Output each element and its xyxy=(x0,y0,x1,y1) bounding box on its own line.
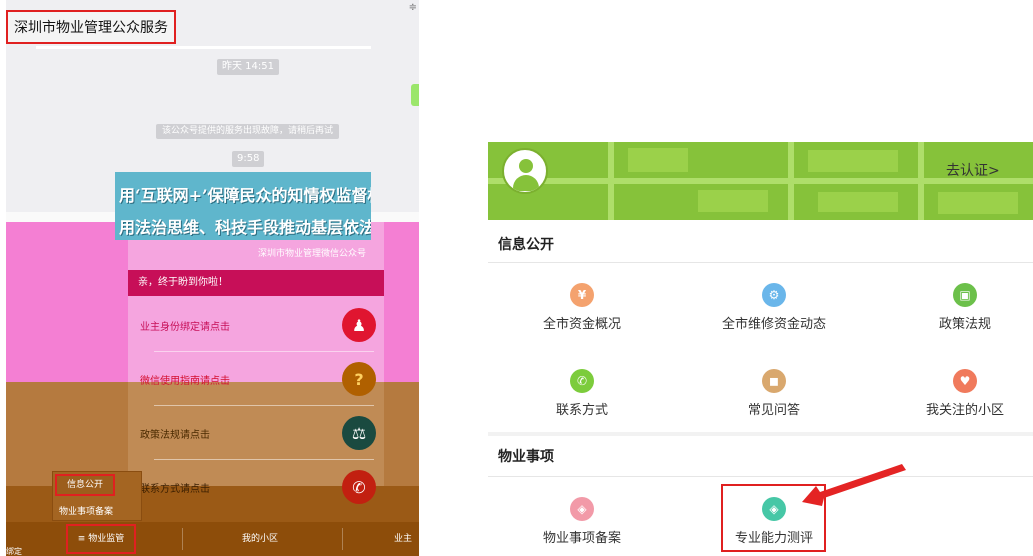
banner-line-1: 用‘互联网+’保障民众的知情权监督权 xyxy=(119,186,371,205)
item-label: 常见问答 xyxy=(747,403,800,418)
item-faq[interactable]: ◼ 常见问答 xyxy=(704,369,844,419)
heart-icon: ♥ xyxy=(953,369,977,393)
funds-icon: ¥ xyxy=(570,283,594,307)
item-property-record[interactable]: ◈ 物业事项备案 xyxy=(512,497,652,547)
section-title-property: 物业事项 xyxy=(498,449,554,465)
item-label: 物业事项备案 xyxy=(542,531,621,546)
maintenance-gear-icon: ⚙ xyxy=(762,283,786,307)
menu-item-label: 业主身份绑定请点击 xyxy=(140,322,230,333)
menu-item-label: 微信使用指南请点击 xyxy=(140,376,230,387)
welcome-bar: 亲，终于盼到你啦！ xyxy=(128,270,384,296)
menu-item-label: 联系方式请点击 xyxy=(140,484,210,495)
nav-owner[interactable]: 业主身 xyxy=(394,522,419,556)
more-icon[interactable]: ≑ xyxy=(409,2,417,13)
nav-property-supervision[interactable]: ≡ 物业监管 xyxy=(66,524,136,554)
user-body-icon xyxy=(513,175,539,191)
wechat-header: 深圳市物业管理公众服务 ≑ xyxy=(6,2,419,49)
banner-line-2: 用法治思维、科技手段推动基层依法治理 xyxy=(119,218,371,237)
phone-icon: ✆ xyxy=(570,369,594,393)
right-phone-screen: 去认证> 信息公开 ¥ 全市资金概况 ⚙ 全市维修资金动态 ▣ 政策法规 ✆ 联… xyxy=(488,142,1033,556)
avatar[interactable] xyxy=(502,148,548,194)
left-phone-screen: 深圳市物业管理公众服务 ≑ 昨天 14:51 该公众号提供的服务出现故障，请稍后… xyxy=(6,0,419,556)
bind-label: 绑定 xyxy=(6,547,22,556)
service-notice: 该公众号提供的服务出现故障，请稍后再试 xyxy=(156,124,340,139)
item-label: 全市资金概况 xyxy=(542,317,621,332)
account-title: 深圳市物业管理公众服务 xyxy=(6,10,176,44)
qa-icon: ◼ xyxy=(762,369,786,393)
item-label: 我关注的小区 xyxy=(925,403,1004,418)
timestamp: 9:58 xyxy=(232,151,265,167)
pointer-arrow-icon xyxy=(802,464,906,506)
article-banner[interactable]: 用‘互联网+’保障民众的知情权监督权 用法治思维、科技手段推动基层依法治理 xyxy=(115,172,371,240)
menu-item-guide[interactable]: 微信使用指南请点击 ? xyxy=(128,352,384,406)
menu-item-policy[interactable]: 政策法规请点击 ⚖ xyxy=(128,406,384,460)
item-policy[interactable]: ▣ 政策法规 xyxy=(895,283,1033,333)
person-lock-icon: ♟ xyxy=(342,308,376,342)
user-head-icon xyxy=(519,159,533,173)
policy-book-icon: ▣ xyxy=(953,283,977,307)
chat-bubble-edge xyxy=(411,84,419,106)
item-city-funds[interactable]: ¥ 全市资金概况 xyxy=(512,283,652,333)
section-gap xyxy=(488,432,1033,436)
section-title-info: 信息公开 xyxy=(498,237,554,253)
nav-divider xyxy=(342,528,343,550)
menu-item-contact[interactable]: 联系方式请点击 ✆ xyxy=(128,460,384,514)
submenu-record[interactable]: 物业事项备案 xyxy=(59,504,113,517)
timestamp: 昨天 14:51 xyxy=(217,59,279,75)
submenu-info-public[interactable]: 信息公开 xyxy=(55,474,115,496)
bottom-nav: 绑定 ≡ 物业监管 我的小区 业主身 xyxy=(6,522,419,556)
section-divider xyxy=(488,262,1033,263)
item-label: 政策法规 xyxy=(938,317,991,332)
menu-item-owner-binding[interactable]: 业主身份绑定请点击 ♟ xyxy=(128,298,384,352)
scales-icon: ⚖ xyxy=(342,416,376,450)
header-divider xyxy=(36,46,371,49)
question-icon: ? xyxy=(342,362,376,396)
submenu-popup: 信息公开 物业事项备案 xyxy=(52,471,142,521)
nav-my-community[interactable]: 我的小区 xyxy=(242,522,278,556)
menu-item-label: 政策法规请点击 xyxy=(140,430,210,441)
item-contact[interactable]: ✆ 联系方式 xyxy=(512,369,652,419)
phone-icon: ✆ xyxy=(342,470,376,504)
item-label: 全市维修资金动态 xyxy=(721,317,826,332)
item-followed-community[interactable]: ♥ 我关注的小区 xyxy=(895,369,1033,419)
item-label: 联系方式 xyxy=(555,403,608,418)
verify-link[interactable]: 去认证> xyxy=(946,160,1000,180)
item-maintenance-funds[interactable]: ⚙ 全市维修资金动态 xyxy=(704,283,844,333)
banner-subtitle: 深圳市物业管理微信公众号 xyxy=(258,249,367,259)
record-shield-icon: ◈ xyxy=(570,497,594,521)
nav-divider xyxy=(182,528,183,550)
section-divider xyxy=(488,476,1033,477)
profile-banner: 去认证> xyxy=(488,142,1033,220)
